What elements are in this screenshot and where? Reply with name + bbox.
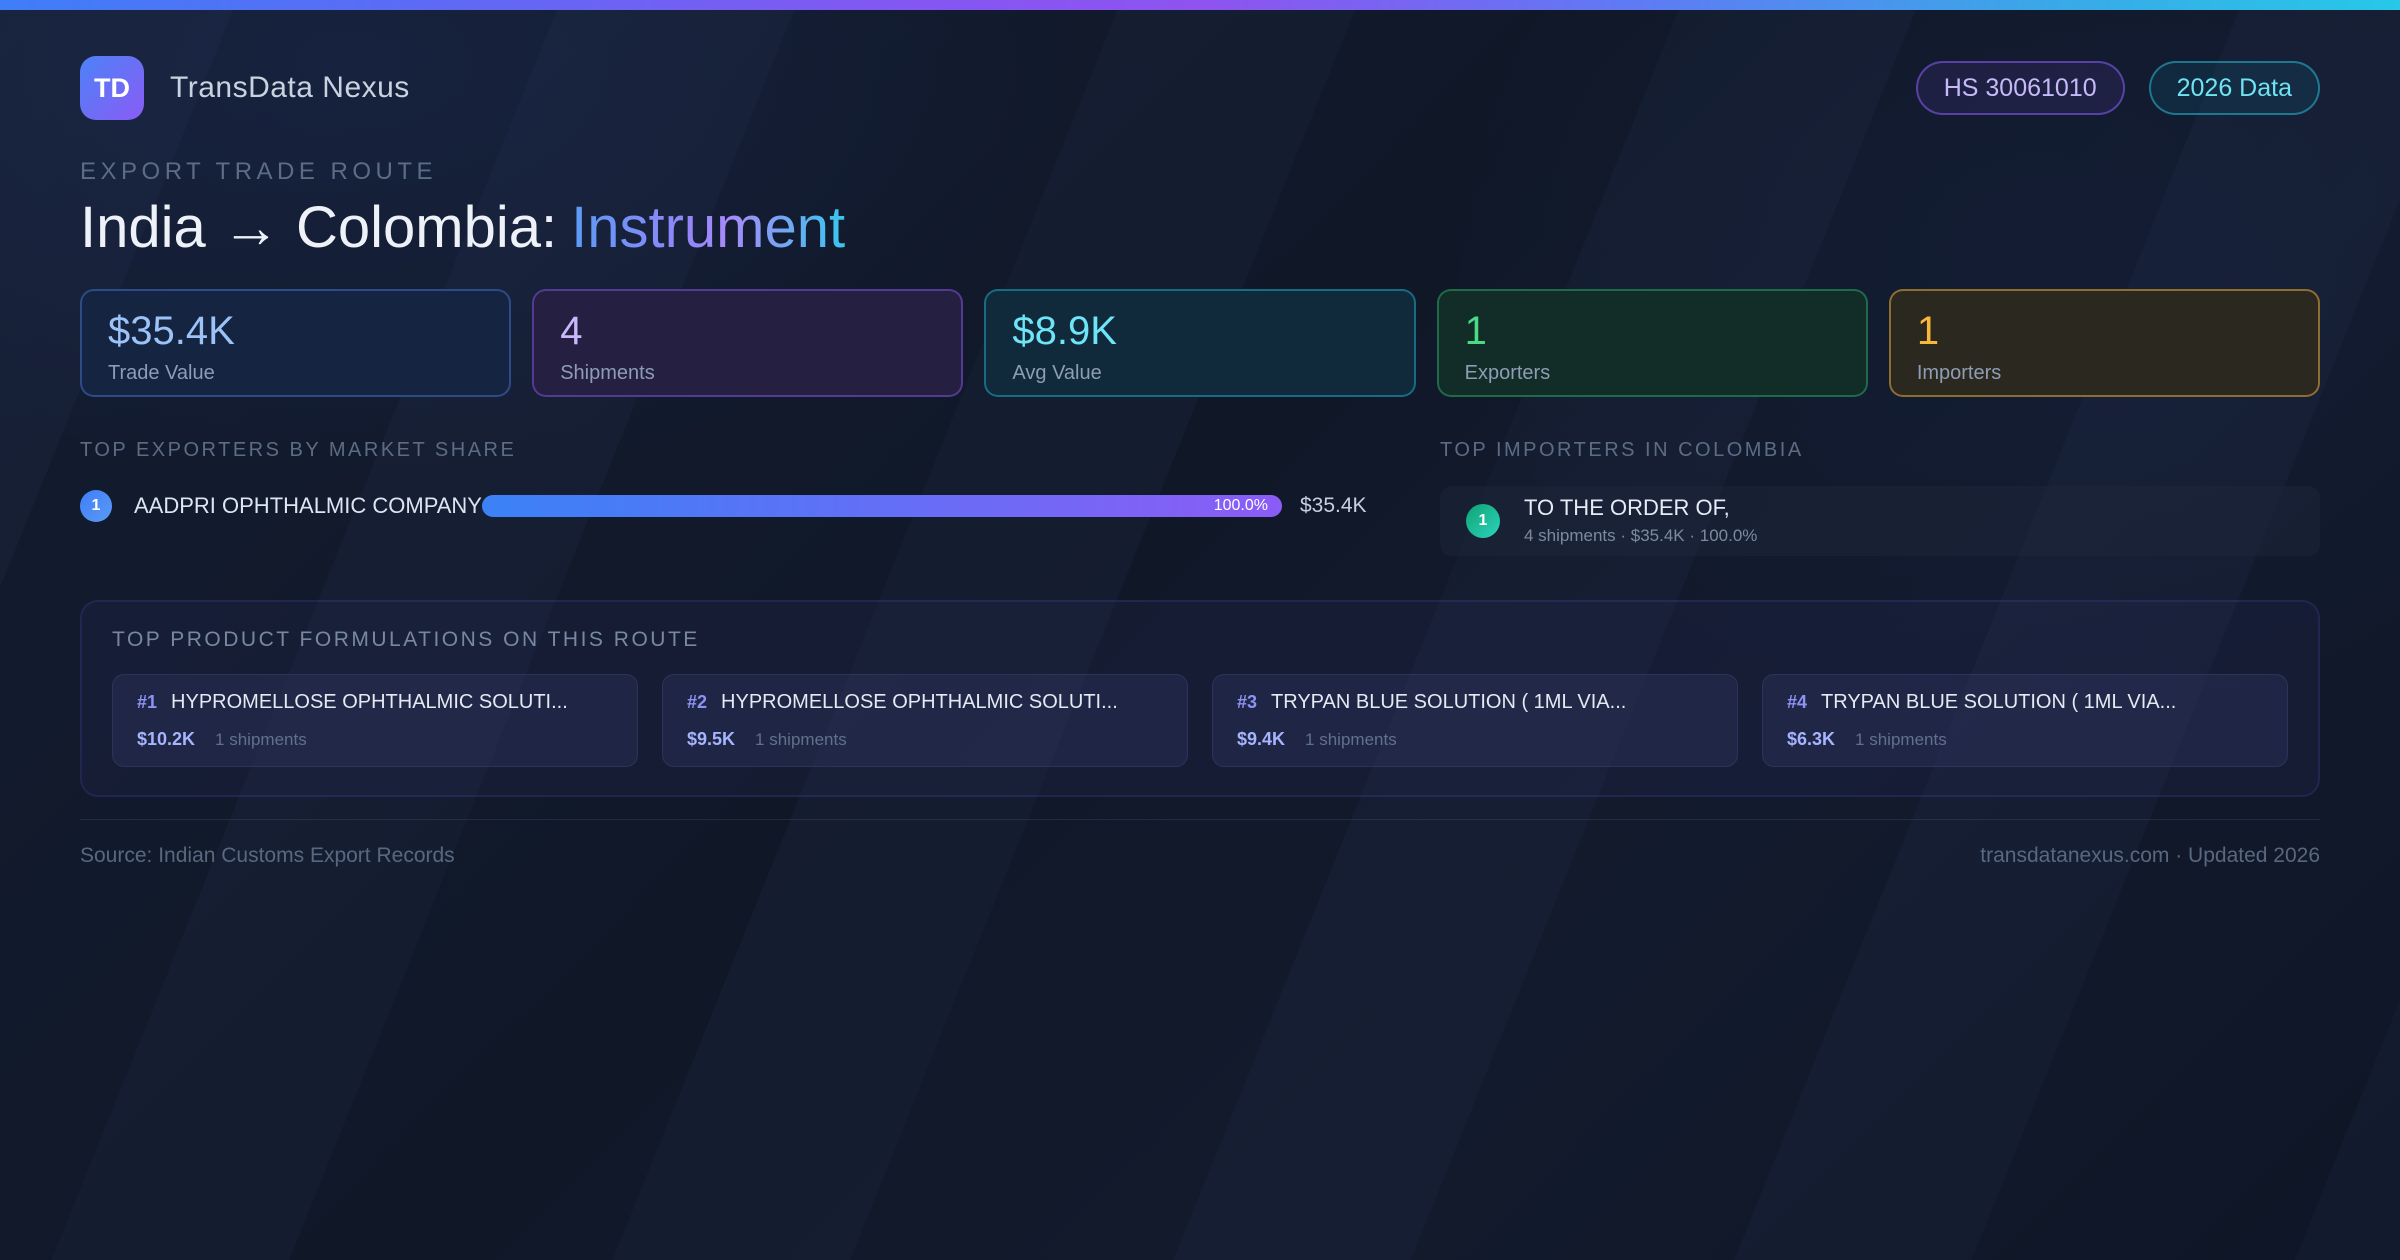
rank-badge: 1: [1466, 503, 1500, 538]
footer-site-link[interactable]: transdatanexus.com · Updated 2026: [1980, 844, 2320, 868]
product-name: TRYPAN BLUE SOLUTION ( 1ML VIA...: [1821, 690, 2177, 713]
stat-label: Trade Value: [108, 361, 215, 384]
product-shipments: 1 shipments: [755, 729, 847, 749]
product-meta-row: $9.4K 1 shipments: [1237, 729, 1713, 750]
importers-heading: TOP IMPORTERS IN COLOMBIA: [1440, 438, 1804, 461]
products-grid: #1 HYPROMELLOSE OPHTHALMIC SOLUTI... $10…: [112, 673, 2288, 767]
stat-value: 4: [560, 308, 583, 353]
importer-rows: 1 TO THE ORDER OF, 4 shipments · $35.4K …: [1440, 485, 2320, 556]
product-value: $9.4K: [1237, 728, 1286, 749]
page-title-product: Instrument: [571, 195, 846, 260]
product-title-row: #2 HYPROMELLOSE OPHTHALMIC SOLUTI...: [687, 691, 1163, 714]
footer-source: Source: Indian Customs Export Records: [80, 843, 455, 867]
app-logo: TD: [80, 56, 144, 120]
product-name: TRYPAN BLUE SOLUTION ( 1ML VIA...: [1271, 690, 1627, 713]
product-card[interactable]: #3 TRYPAN BLUE SOLUTION ( 1ML VIA... $9.…: [1212, 673, 1738, 767]
header: TD TransData Nexus HS 30061010 2026 Data: [80, 56, 2320, 120]
stat-label: Avg Value: [1012, 361, 1102, 384]
product-meta-row: $6.3K 1 shipments: [1787, 729, 2263, 750]
stat-value: $8.9K: [1012, 308, 1117, 353]
market-share-bar-fill: 100.0%: [482, 494, 1282, 517]
page-title-route: India → Colombia:: [80, 195, 558, 260]
header-badges: HS 30061010 2026 Data: [1915, 61, 2320, 115]
product-value: $10.2K: [137, 728, 196, 749]
product-card[interactable]: #4 TRYPAN BLUE SOLUTION ( 1ML VIA... $6.…: [1762, 673, 2288, 767]
product-rank: #1: [137, 691, 158, 712]
market-share-percent: 100.0%: [1213, 496, 1268, 514]
product-card[interactable]: #2 HYPROMELLOSE OPHTHALMIC SOLUTI... $9.…: [662, 673, 1188, 767]
product-card[interactable]: #1 HYPROMELLOSE OPHTHALMIC SOLUTI... $10…: [112, 673, 638, 767]
stat-value: 1: [1916, 308, 1940, 353]
importer-detail: 4 shipments · $35.4K · 100.0%: [1524, 526, 1758, 546]
product-title-row: #1 HYPROMELLOSE OPHTHALMIC SOLUTI...: [137, 691, 613, 714]
stats-row: $35.4K Trade Value 4 Shipments $8.9K Avg…: [80, 288, 2321, 397]
exporters-heading: TOP EXPORTERS BY MARKET SHARE: [80, 438, 517, 461]
route-eyebrow: EXPORT TRADE ROUTE: [80, 158, 438, 185]
exporter-rows: 1 AADPRI OPHTHALMIC COMPANY 100.0% $35.4…: [80, 489, 1384, 522]
importer-info: TO THE ORDER OF, 4 shipments · $35.4K · …: [1524, 495, 1757, 546]
importers-column: TOP IMPORTERS IN COLOMBIA 1 TO THE ORDER…: [1440, 439, 2320, 556]
stat-card: 4 Shipments: [532, 288, 964, 397]
product-shipments: 1 shipments: [1855, 729, 1947, 749]
exporter-name: AADPRI OPHTHALMIC COMPANY: [134, 492, 482, 518]
stat-value: $35.4K: [108, 308, 235, 353]
product-rank: #4: [1787, 691, 1808, 712]
stat-label: Importers: [1916, 361, 2002, 384]
exporters-column: TOP EXPORTERS BY MARKET SHARE 1 AADPRI O…: [80, 439, 1384, 556]
brand: TD TransData Nexus: [80, 56, 410, 120]
product-value: $9.5K: [687, 728, 736, 749]
stat-card: $8.9K Avg Value: [984, 288, 1416, 397]
product-rank: #2: [687, 691, 708, 712]
product-meta-row: $9.5K 1 shipments: [687, 729, 1163, 750]
rank-badge: 1: [80, 489, 112, 522]
importer-name: TO THE ORDER OF,: [1524, 495, 1730, 521]
stat-label: Exporters: [1464, 361, 1551, 384]
header-badge[interactable]: HS 30061010: [1915, 61, 2125, 115]
stat-card: $35.4K Trade Value: [80, 288, 512, 397]
footer: Source: Indian Customs Export Records tr…: [80, 818, 2320, 868]
products-panel: TOP PRODUCT FORMULATIONS ON THIS ROUTE #…: [80, 599, 2320, 797]
product-title-row: #3 TRYPAN BLUE SOLUTION ( 1ML VIA...: [1237, 691, 1713, 714]
lists-section: TOP EXPORTERS BY MARKET SHARE 1 AADPRI O…: [80, 439, 2320, 556]
product-shipments: 1 shipments: [215, 729, 307, 749]
product-value: $6.3K: [1787, 728, 1836, 749]
product-meta-row: $10.2K 1 shipments: [137, 729, 613, 750]
dashboard-page: TD TransData Nexus HS 30061010 2026 Data …: [0, 0, 2400, 1260]
product-title-row: #4 TRYPAN BLUE SOLUTION ( 1ML VIA...: [1787, 691, 2263, 714]
header-badge[interactable]: 2026 Data: [2148, 61, 2320, 115]
exporter-value: $35.4K: [1300, 493, 1367, 517]
product-name: HYPROMELLOSE OPHTHALMIC SOLUTI...: [171, 690, 568, 713]
stat-label: Shipments: [560, 361, 655, 384]
product-name: HYPROMELLOSE OPHTHALMIC SOLUTI...: [721, 690, 1118, 713]
product-rank: #3: [1237, 691, 1258, 712]
page-title: India → Colombia: Instrument: [80, 195, 2320, 260]
product-shipments: 1 shipments: [1305, 729, 1397, 749]
products-heading: TOP PRODUCT FORMULATIONS ON THIS ROUTE: [112, 627, 700, 651]
app-name: TransData Nexus: [170, 71, 410, 104]
stat-value: 1: [1464, 308, 1487, 353]
market-share-bar-track: 100.0%: [482, 494, 1282, 517]
stat-card: 1 Exporters: [1436, 288, 1868, 397]
stat-card: 1 Importers: [1888, 288, 2321, 397]
exporter-row[interactable]: 1 AADPRI OPHTHALMIC COMPANY 100.0% $35.4…: [80, 489, 1384, 522]
top-accent-bar: [0, 0, 2400, 10]
importer-card[interactable]: 1 TO THE ORDER OF, 4 shipments · $35.4K …: [1440, 485, 2320, 556]
